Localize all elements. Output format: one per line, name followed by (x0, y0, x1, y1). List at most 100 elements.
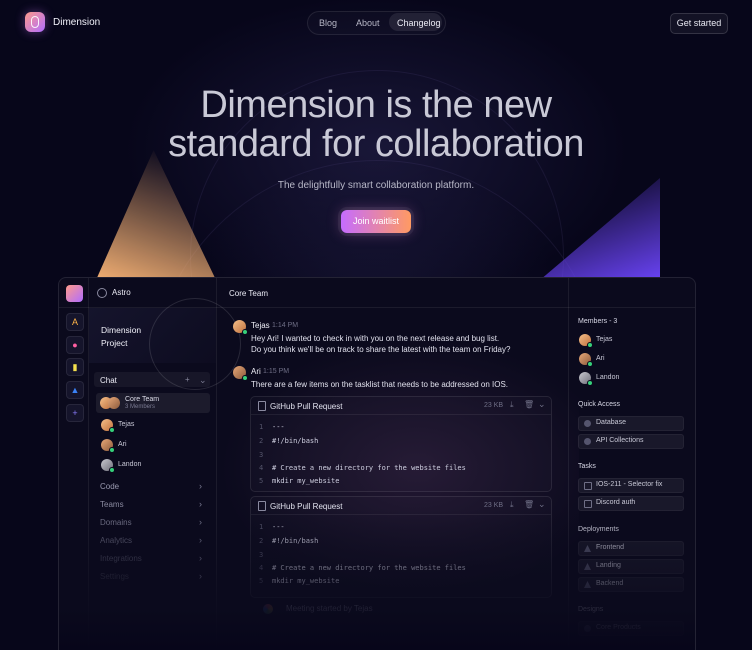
deployment-frontend[interactable]: Frontend (578, 541, 684, 556)
meeting-icon (263, 604, 273, 614)
workspace-name[interactable]: Astro (112, 288, 131, 297)
sidebar-person-landon[interactable]: Landon (118, 461, 141, 468)
app-preview: A ● ▮ ▲ + Astro Dimension Project Chat +… (58, 277, 696, 650)
chevron-right-icon: › (199, 499, 202, 509)
sidebar-person-tejas[interactable]: Tejas (118, 421, 134, 428)
message-author: Ari (251, 367, 261, 376)
code-line: mkdir my_website (272, 577, 340, 585)
meeting-status: Meeting started by Tejas (286, 604, 373, 613)
sidebar-person-ari[interactable]: Ari (118, 441, 127, 448)
sidebar-item-settings[interactable]: Settings (100, 572, 129, 581)
code-line: mkdir my_website (272, 477, 340, 485)
deployment-label: Backend (596, 580, 624, 587)
trash-icon[interactable]: 🗑 (524, 400, 534, 409)
atlassian-app-icon[interactable]: ▲ (66, 381, 84, 399)
member-tejas[interactable]: Tejas (596, 336, 612, 343)
core-team-members: 3 Members (125, 404, 156, 410)
workspace-icon (97, 288, 107, 298)
attachment-title: GitHub Pull Request (270, 402, 343, 411)
sidebar-item-analytics[interactable]: Analytics (100, 536, 132, 545)
online-status-dot (587, 361, 593, 367)
file-icon (258, 501, 266, 511)
design-core-products[interactable]: Core Products (578, 621, 684, 636)
line-number: 5 (259, 577, 264, 585)
deployments-title: Deployments (578, 526, 619, 533)
brand-name[interactable]: Dimension (53, 17, 100, 28)
online-status-dot (587, 342, 593, 348)
join-waitlist-button[interactable]: Join waitlist (341, 210, 411, 233)
sidebar-item-domains[interactable]: Domains (100, 518, 132, 527)
line-number: 4 (259, 464, 264, 472)
drink-app-icon[interactable]: ▮ (66, 358, 84, 376)
brand-logo-icon[interactable] (25, 12, 45, 32)
chat-label: Chat (100, 376, 117, 385)
chevron-right-icon: › (199, 535, 202, 545)
top-nav: Dimension Blog About Changelog Get start… (0, 0, 752, 46)
designs-title: Designs (578, 606, 604, 613)
code-line: #!/bin/bash (272, 537, 319, 545)
api-icon (584, 438, 591, 445)
online-status-dot (109, 467, 115, 473)
app-logo-icon[interactable] (66, 285, 83, 302)
file-icon (258, 401, 266, 411)
task-item[interactable]: Discord auth (578, 496, 684, 511)
chevron-right-icon: › (199, 517, 202, 527)
nav-link-blog[interactable]: Blog (319, 18, 337, 28)
member-landon[interactable]: Landon (596, 374, 619, 381)
checkbox-icon[interactable] (584, 482, 592, 490)
quick-access-label: API Collections (596, 437, 644, 444)
attachment-size: 23 KB (484, 402, 504, 409)
download-icon[interactable]: ⤓ (510, 500, 514, 510)
deployment-label: Frontend (596, 544, 625, 551)
line-number: 1 (259, 423, 264, 431)
attachment-title: GitHub Pull Request (270, 502, 343, 511)
deployment-landing[interactable]: Landing (578, 559, 684, 574)
task-label: IOS-211 - Selector fix (596, 481, 663, 488)
chevron-right-icon: › (199, 553, 202, 563)
line-number: 2 (259, 437, 264, 445)
attachment-card[interactable]: GitHub Pull Request 23 KB ⤓ 🗑 ⌄ 1 --- 2 … (250, 396, 552, 492)
code-line: --- (272, 523, 285, 531)
database-icon (584, 420, 591, 427)
chevron-down-icon[interactable]: ⌄ (538, 499, 546, 510)
member-ari[interactable]: Ari (596, 355, 605, 362)
sidebar-item-code[interactable]: Code (100, 482, 119, 491)
astro-app-icon[interactable]: A (66, 313, 84, 331)
hero-title-line-2: standard for collaboration (168, 123, 584, 165)
get-started-button[interactable]: Get started (670, 13, 728, 34)
download-icon[interactable]: ⤓ (510, 400, 514, 410)
sidebar-item-integrations[interactable]: Integrations (100, 554, 142, 563)
code-line: --- (272, 423, 285, 431)
chevron-down-icon[interactable]: ⌄ (199, 375, 207, 386)
nav-link-about[interactable]: About (356, 18, 380, 28)
triangle-icon (584, 563, 591, 570)
hero-subtitle: The delightfully smart collaboration pla… (277, 180, 475, 191)
quick-access-database[interactable]: Database (578, 416, 684, 431)
nav-link-changelog[interactable]: Changelog (397, 18, 441, 28)
sidebar-item-teams[interactable]: Teams (100, 500, 124, 509)
triangle-icon (584, 545, 591, 552)
trash-icon[interactable]: 🗑 (524, 500, 534, 509)
chevron-down-icon[interactable]: ⌄ (538, 399, 546, 410)
message-text: Hey Ari! I wanted to check in with you o… (251, 334, 500, 343)
project-card[interactable] (89, 298, 241, 390)
message-text: Do you think we'll be on track to share … (251, 345, 511, 354)
deployment-backend[interactable]: Backend (578, 577, 684, 592)
checkbox-icon[interactable] (584, 500, 592, 508)
project-name-line-1: Dimension (101, 325, 142, 335)
line-number: 5 (259, 477, 264, 485)
quick-access-api-collections[interactable]: API Collections (578, 434, 684, 449)
code-line: # Create a new directory for the website… (272, 464, 466, 472)
add-chat-button[interactable]: + (185, 375, 190, 384)
add-workspace-icon[interactable]: + (66, 404, 84, 422)
task-item[interactable]: IOS-211 - Selector fix (578, 478, 684, 493)
online-status-dot (242, 329, 248, 335)
line-number: 2 (259, 537, 264, 545)
line-number: 3 (259, 451, 264, 459)
quick-access-title: Quick Access (578, 401, 621, 408)
dribbble-app-icon[interactable]: ● (66, 336, 84, 354)
line-number: 1 (259, 523, 264, 531)
message-time: 1:14 PM (272, 322, 299, 329)
attachment-card[interactable]: GitHub Pull Request 23 KB ⤓ 🗑 ⌄ 1 --- 2 … (250, 496, 552, 598)
design-icon (584, 625, 591, 632)
